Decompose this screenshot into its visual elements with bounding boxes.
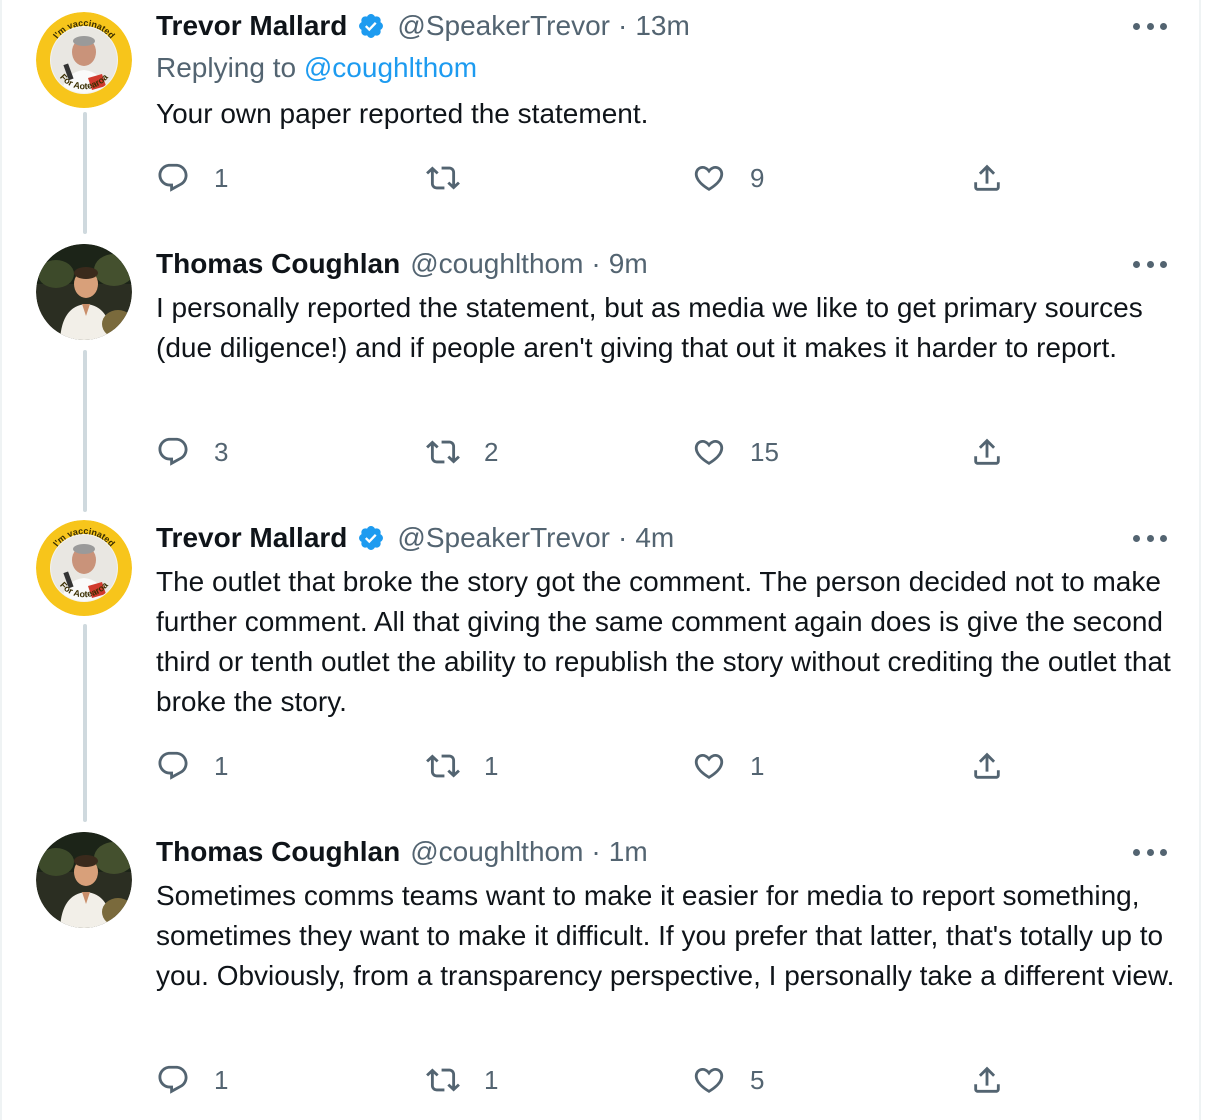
retweet-button[interactable]: 1 <box>426 1060 498 1100</box>
avatar[interactable] <box>36 832 132 928</box>
like-icon <box>694 439 724 465</box>
page-border-left <box>0 0 2 1120</box>
share-button[interactable] <box>970 1060 1004 1100</box>
like-button[interactable]: 5 <box>692 1060 764 1100</box>
reply-count: 1 <box>214 1064 229 1095</box>
reply-button[interactable]: 1 <box>156 158 228 198</box>
reply-icon <box>158 437 188 466</box>
replying-to-label: Replying to <box>156 52 297 83</box>
reply-count: 1 <box>214 750 229 781</box>
author-handle[interactable]: @SpeakerTrevor <box>397 10 610 42</box>
share-button[interactable] <box>970 746 1004 786</box>
separator-dot: · <box>617 10 628 41</box>
timestamp[interactable]: 9m <box>609 248 648 280</box>
share-button[interactable] <box>970 432 1004 472</box>
more-icon[interactable] <box>1133 533 1167 543</box>
separator-dot: · <box>591 248 601 279</box>
tweet-header: Thomas Coughlan @coughlthom · 9m <box>156 246 648 282</box>
like-count: 9 <box>750 162 765 193</box>
tweet-header: Trevor Mallard @SpeakerTrevor · 13m <box>156 8 690 44</box>
like-icon <box>694 1067 724 1093</box>
reply-icon <box>158 163 188 192</box>
author-handle[interactable]: @SpeakerTrevor <box>397 522 610 554</box>
share-button[interactable] <box>970 158 1004 198</box>
avatar[interactable] <box>36 244 132 340</box>
avatar[interactable]: I'm vaccinated For Aotearoa <box>36 12 132 108</box>
separator-dot: · <box>617 522 628 553</box>
reply-button[interactable]: 1 <box>156 1060 228 1100</box>
like-button[interactable]: 15 <box>692 432 779 472</box>
avatar[interactable]: I'm vaccinated For Aotearoa <box>36 520 132 616</box>
timestamp[interactable]: 4m <box>635 522 674 554</box>
author-name[interactable]: Thomas Coughlan <box>156 248 400 280</box>
like-button[interactable]: 1 <box>692 746 764 786</box>
reply-count: 3 <box>214 436 229 467</box>
reply-button[interactable]: 3 <box>156 432 228 472</box>
like-icon <box>694 753 724 779</box>
timestamp[interactable]: 13m <box>635 10 689 42</box>
page-border-right <box>1199 0 1201 1120</box>
more-icon[interactable] <box>1133 259 1167 269</box>
share-icon <box>974 752 1000 779</box>
tweet-header: Thomas Coughlan @coughlthom · 1m <box>156 834 648 870</box>
verified-badge-icon <box>357 12 385 40</box>
author-handle[interactable]: @coughlthom <box>410 248 583 280</box>
thread-connector-line <box>83 350 87 512</box>
tweet-text: Sometimes comms teams want to make it ea… <box>156 880 1175 991</box>
separator-dot: · <box>591 836 601 867</box>
retweet-button[interactable] <box>426 158 484 198</box>
retweet-button[interactable]: 1 <box>426 746 498 786</box>
like-count: 5 <box>750 1064 765 1095</box>
more-icon[interactable] <box>1133 21 1167 31</box>
timestamp[interactable]: 1m <box>609 836 648 868</box>
like-icon <box>694 165 724 191</box>
author-name[interactable]: Trevor Mallard <box>156 10 347 42</box>
share-icon <box>974 1066 1000 1093</box>
thread-connector-line <box>83 112 87 234</box>
like-count: 15 <box>750 436 779 467</box>
retweet-icon <box>426 1068 460 1092</box>
retweet-icon <box>426 166 460 190</box>
reply-icon <box>158 751 188 780</box>
thread-connector-line <box>83 624 87 822</box>
retweet-button[interactable]: 2 <box>426 432 498 472</box>
retweet-count: 1 <box>484 1064 499 1095</box>
tweet-text: I personally reported the statement, but… <box>156 292 1143 363</box>
verified-badge-icon <box>357 524 385 552</box>
retweet-count: 1 <box>484 750 499 781</box>
author-handle[interactable]: @coughlthom <box>410 836 583 868</box>
like-button[interactable]: 9 <box>692 158 764 198</box>
author-name[interactable]: Trevor Mallard <box>156 522 347 554</box>
retweet-icon <box>426 754 460 778</box>
replying-to-handle[interactable]: @coughlthom <box>304 52 477 83</box>
reply-icon <box>158 1065 188 1094</box>
retweet-icon <box>426 440 460 464</box>
author-name[interactable]: Thomas Coughlan <box>156 836 400 868</box>
more-icon[interactable] <box>1133 847 1167 857</box>
retweet-count: 2 <box>484 436 499 467</box>
tweet-text: The outlet that broke the story got the … <box>156 566 1171 717</box>
share-icon <box>974 438 1000 465</box>
tweet-text: Your own paper reported the statement. <box>156 98 649 129</box>
reply-button[interactable]: 1 <box>156 746 228 786</box>
share-icon <box>974 164 1000 191</box>
replying-to: Replying to @coughlthom <box>156 52 477 84</box>
tweet-header: Trevor Mallard @SpeakerTrevor · 4m <box>156 520 674 556</box>
reply-count: 1 <box>214 162 229 193</box>
like-count: 1 <box>750 750 765 781</box>
